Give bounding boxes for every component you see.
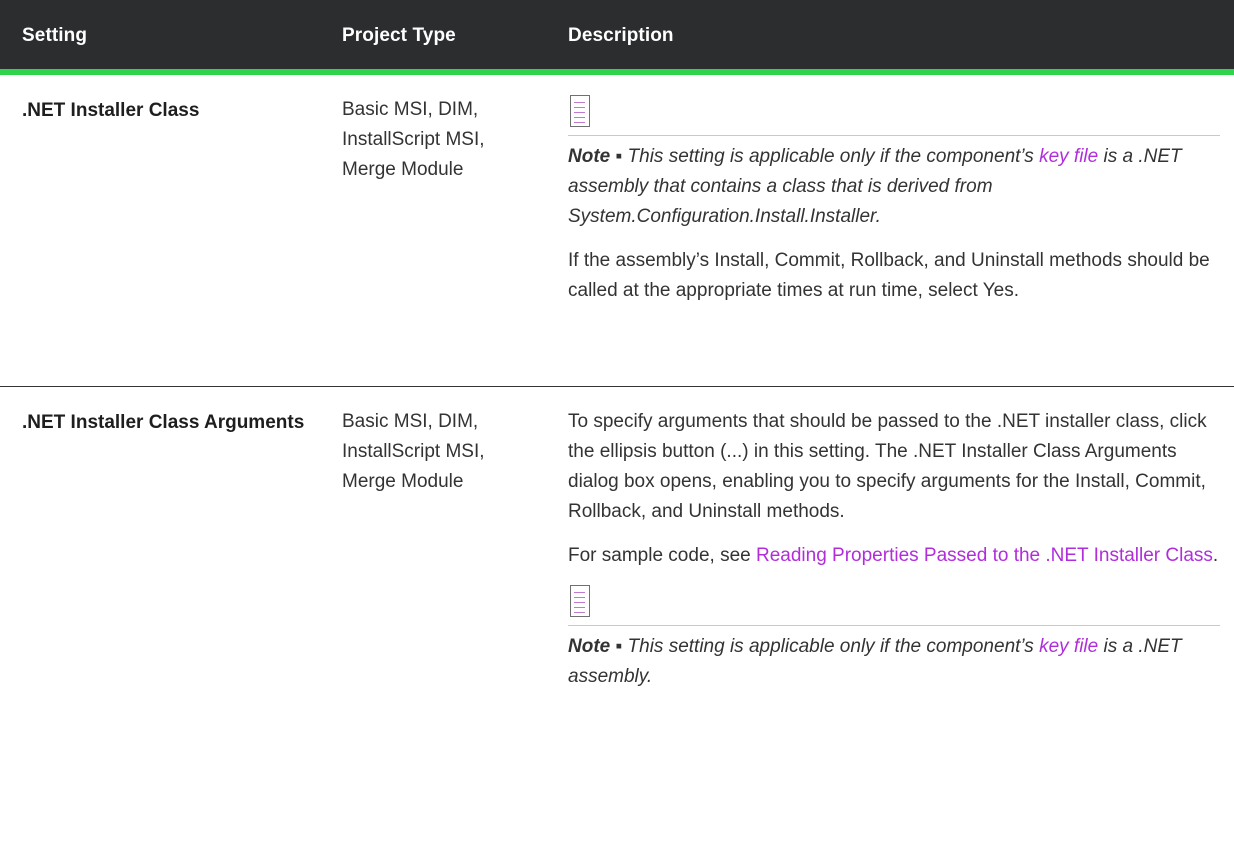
- note-icon: [570, 95, 590, 127]
- description-text: If the assembly’s Install, Commit, Rollb…: [568, 250, 1210, 301]
- project-type-line: Merge Module: [342, 471, 464, 492]
- note-text: Note ▪ This setting is applicable only i…: [568, 632, 1220, 692]
- note-text-pre: This setting is applicable only if the c…: [622, 146, 1040, 167]
- sample-code-text: For sample code, see Reading Properties …: [568, 541, 1220, 571]
- project-type-cell: Basic MSI, DIM, InstallScript MSI, Merge…: [342, 95, 552, 185]
- note-icon: [570, 585, 590, 617]
- project-type-line: Basic MSI, DIM,: [342, 99, 479, 120]
- note-label: Note ▪: [568, 146, 623, 167]
- description-cell: Note ▪ This setting is applicable only i…: [568, 95, 1220, 306]
- setting-name: .NET Installer Class Arguments: [22, 412, 305, 433]
- note-icon-bar: [568, 95, 1220, 136]
- header-setting: Setting: [22, 25, 88, 46]
- project-type-cell: Basic MSI, DIM, InstallScript MSI, Merge…: [342, 407, 552, 497]
- description-text: To specify arguments that should be pass…: [568, 411, 1207, 522]
- note-icon-bar: [568, 585, 1220, 626]
- project-type-line: Basic MSI, DIM,: [342, 411, 479, 432]
- header-description: Description: [568, 25, 674, 46]
- header-project-type: Project Type: [342, 25, 456, 46]
- table-header: Setting Project Type Description: [0, 0, 1234, 75]
- note-label: Note ▪: [568, 636, 623, 657]
- key-file-link[interactable]: key file: [1039, 636, 1098, 657]
- note-text: Note ▪ This setting is applicable only i…: [568, 142, 1220, 232]
- sample-text-pre: For sample code, see: [568, 545, 756, 566]
- note-text-pre: This setting is applicable only if the c…: [622, 636, 1040, 657]
- reading-properties-link[interactable]: Reading Properties Passed to the .NET In…: [756, 545, 1213, 566]
- setting-name: .NET Installer Class: [22, 100, 200, 121]
- table-row: .NET Installer Class Basic MSI, DIM, Ins…: [0, 75, 1234, 387]
- project-type-line: Merge Module: [342, 159, 464, 180]
- table-row: .NET Installer Class Arguments Basic MSI…: [0, 387, 1234, 857]
- key-file-link[interactable]: key file: [1039, 146, 1098, 167]
- settings-table: Setting Project Type Description .NET In…: [0, 0, 1234, 857]
- sample-text-post: .: [1212, 545, 1219, 566]
- project-type-line: InstallScript MSI,: [342, 129, 485, 150]
- description-cell: To specify arguments that should be pass…: [568, 407, 1220, 692]
- project-type-line: InstallScript MSI,: [342, 441, 485, 462]
